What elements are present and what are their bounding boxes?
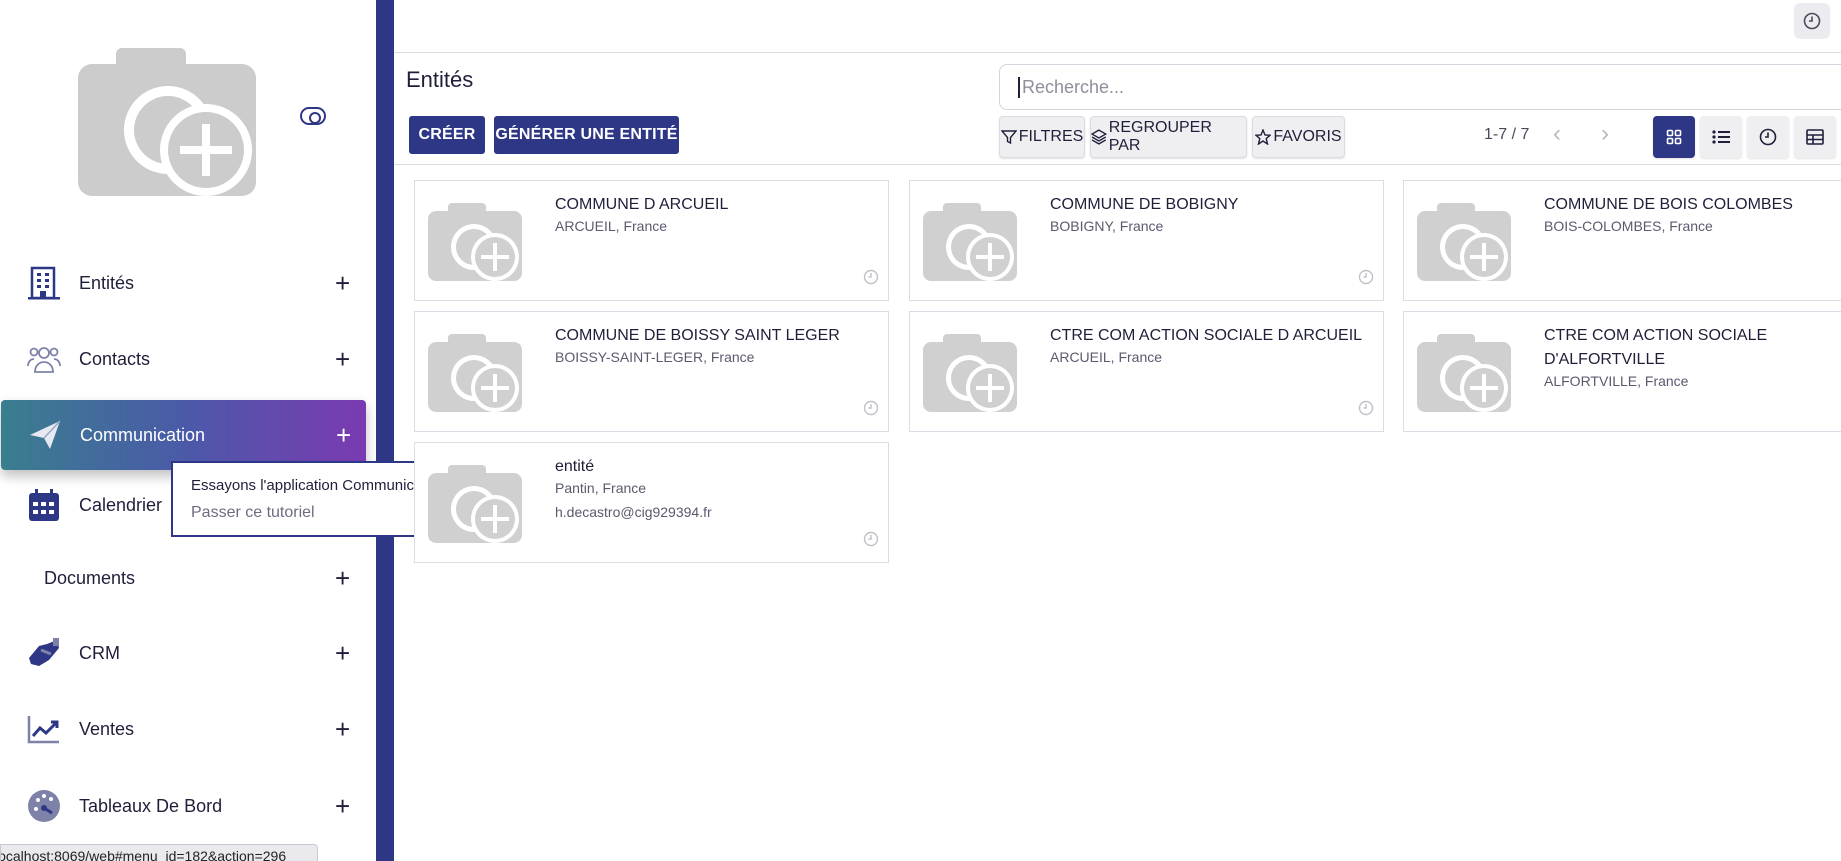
company-logo-placeholder[interactable]	[78, 44, 260, 204]
card-name: COMMUNE DE BOISSY SAINT LEGER	[555, 327, 840, 344]
activity-clock-icon[interactable]	[863, 400, 879, 416]
entity-image-placeholder	[428, 463, 524, 547]
filters-button[interactable]: FILTRES	[999, 116, 1085, 158]
sidebar-toggle-switch[interactable]	[300, 107, 326, 125]
entity-image-placeholder	[923, 201, 1019, 285]
pager-previous-button[interactable]: ‹	[1553, 122, 1561, 146]
table-view-button[interactable]	[1794, 116, 1836, 158]
card-location: ARCUEIL, France	[555, 218, 668, 234]
add-contact-button[interactable]: +	[335, 346, 350, 372]
card-location: ALFORTVILLE, France	[1544, 373, 1689, 389]
trend-chart-icon	[26, 711, 62, 747]
entity-image-placeholder	[428, 201, 524, 285]
card-location: BOBIGNY, France	[1050, 218, 1164, 234]
layers-icon	[1091, 129, 1107, 145]
calendar-icon	[26, 487, 62, 523]
sidebar-item-tableaux-de-bord[interactable]: Tableaux De Bord +	[0, 771, 368, 841]
contacts-icon	[26, 341, 62, 377]
sidebar-item-label: CRM	[79, 642, 120, 663]
list-view-button[interactable]	[1700, 116, 1742, 158]
create-button[interactable]: CRÉER	[409, 116, 485, 154]
filter-icon	[1000, 130, 1017, 145]
building-icon	[26, 265, 62, 301]
card-location: BOISSY-SAINT-LEGER, France	[555, 349, 755, 365]
sidebar-item-documents[interactable]: Documents +	[0, 543, 368, 613]
sidebar-item-label: Entités	[79, 272, 135, 293]
activity-clock-icon[interactable]	[1358, 269, 1374, 285]
handshake-icon	[26, 635, 62, 671]
kanban-view-button[interactable]	[1653, 116, 1695, 158]
card-location: BOIS-COLOMBES, France	[1544, 218, 1713, 234]
entity-image-placeholder	[1417, 332, 1513, 416]
sidebar-item-label: Ventes	[79, 718, 135, 739]
pager-next-button[interactable]: ›	[1601, 122, 1609, 146]
card-name: COMMUNE DE BOBIGNY	[1050, 196, 1239, 213]
group-by-button[interactable]: REGROUPER PAR	[1090, 116, 1247, 158]
kanban-card[interactable]: CTRE COM ACTION SOCIALE D ARCUEIL ARCUEI…	[909, 311, 1384, 432]
sidebar-item-entites[interactable]: Entités +	[0, 248, 368, 318]
clock-icon	[1759, 128, 1777, 146]
add-tableau-button[interactable]: +	[335, 793, 350, 819]
entity-image-placeholder	[428, 332, 524, 416]
top-bar	[394, 0, 1841, 53]
kanban-card[interactable]: CTRE COM ACTION SOCIALE D'ALFORTVILLE AL…	[1403, 311, 1841, 432]
add-document-button[interactable]: +	[335, 565, 350, 591]
card-name: entité	[555, 458, 595, 475]
kanban-icon	[1666, 129, 1682, 145]
sidebar-item-label: Documents	[44, 567, 136, 588]
add-vente-button[interactable]: +	[335, 716, 350, 742]
add-crm-button[interactable]: +	[335, 640, 350, 666]
sidebar-item-crm[interactable]: CRM +	[0, 618, 368, 688]
kanban-card[interactable]: COMMUNE DE BOIS COLOMBES BOIS-COLOMBES, …	[1403, 180, 1841, 301]
sidebar: Entités + Contacts + Communication + Cal…	[0, 0, 376, 861]
activity-clock-icon[interactable]	[863, 531, 879, 547]
kanban-card[interactable]: COMMUNE D ARCUEIL ARCUEIL, France	[414, 180, 889, 301]
activity-clock-icon[interactable]	[1358, 400, 1374, 416]
card-name: CTRE COM ACTION SOCIALE D ARCUEIL	[1050, 327, 1363, 344]
card-name: CTRE COM ACTION SOCIALE D'ALFORTVILLE	[1544, 327, 1768, 368]
search-input[interactable]	[1018, 76, 1840, 98]
activity-clock-icon[interactable]	[863, 269, 879, 285]
content-divider	[394, 164, 1841, 165]
card-email: h.decastro@cig929394.fr	[555, 504, 712, 520]
generate-entity-button[interactable]: GÉNÉRER UNE ENTITÉ	[494, 116, 679, 154]
add-communication-button[interactable]: +	[336, 422, 351, 448]
sidebar-item-label: Contacts	[79, 348, 151, 369]
entity-image-placeholder	[1417, 201, 1513, 285]
favorites-label: FAVORIS	[1273, 128, 1342, 145]
sidebar-item-label: Tableaux De Bord	[79, 795, 223, 816]
add-entite-button[interactable]: +	[335, 270, 350, 296]
filters-label: FILTRES	[1018, 128, 1084, 145]
sidebar-divider	[376, 0, 394, 861]
sidebar-item-communication[interactable]: Communication +	[1, 400, 366, 470]
page-title: Entités	[406, 67, 474, 92]
sidebar-item-label: Calendrier	[79, 494, 163, 515]
status-bar-url: localhost:8069/web#menu_id=182&action=29…	[0, 844, 318, 861]
card-name: COMMUNE D ARCUEIL	[555, 196, 729, 213]
card-location: ARCUEIL, France	[1050, 349, 1163, 365]
card-location: Pantin, France	[555, 480, 647, 496]
card-name: COMMUNE DE BOIS COLOMBES	[1544, 196, 1793, 213]
group-by-label: REGROUPER PAR	[1108, 119, 1212, 154]
pager-value[interactable]: 1-7 / 7	[1484, 126, 1529, 144]
activity-view-button[interactable]	[1747, 116, 1789, 158]
search-bar	[999, 64, 1841, 110]
activity-clock-icon[interactable]	[1794, 3, 1830, 39]
kanban-card[interactable]: COMMUNE DE BOISSY SAINT LEGER BOISSY-SAI…	[414, 311, 889, 432]
kanban-card[interactable]: entité Pantin, France h.decastro@cig9293…	[414, 442, 889, 563]
favorites-button[interactable]: FAVORIS	[1252, 116, 1345, 158]
paper-plane-icon	[27, 417, 63, 453]
gauge-icon	[26, 788, 62, 824]
table-icon	[1806, 129, 1824, 145]
sidebar-item-ventes[interactable]: Ventes +	[0, 694, 368, 764]
entity-image-placeholder	[923, 332, 1019, 416]
list-icon	[1712, 130, 1730, 144]
kanban-card[interactable]: COMMUNE DE BOBIGNY BOBIGNY, France	[909, 180, 1384, 301]
sidebar-item-contacts[interactable]: Contacts +	[0, 324, 368, 394]
sidebar-item-label: Communication	[80, 424, 206, 445]
star-icon	[1255, 129, 1272, 145]
